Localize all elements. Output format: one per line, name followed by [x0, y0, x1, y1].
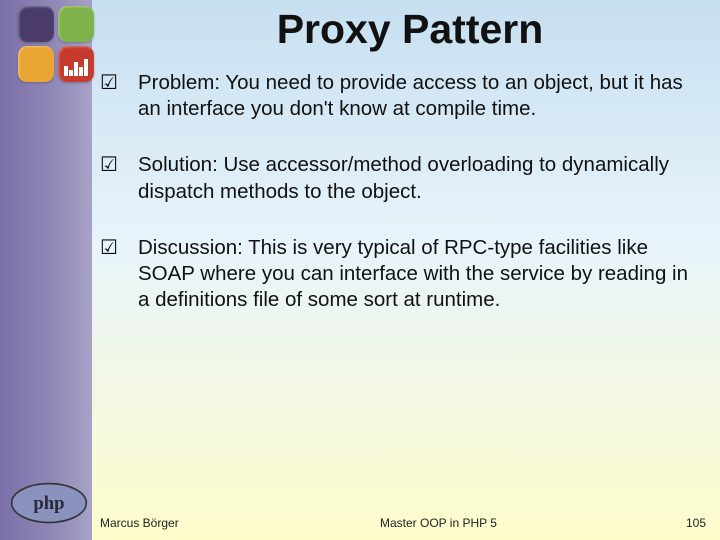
- footer-author: Marcus Börger: [100, 516, 350, 530]
- bullet-text: Discussion: This is very typical of RPC-…: [138, 235, 704, 314]
- footer-page-number: 105: [650, 516, 710, 530]
- logo-tile-green: [58, 6, 94, 42]
- bullet-item: ☑ Discussion: This is very typical of RP…: [98, 235, 704, 314]
- bullet-item: ☑ Solution: Use accessor/method overload…: [98, 152, 704, 204]
- bullet-item: ☑ Problem: You need to provide access to…: [98, 70, 704, 122]
- php-logo-icon: php: [10, 482, 88, 524]
- bullet-text: Solution: Use accessor/method overloadin…: [138, 152, 704, 204]
- slide-content: ☑ Problem: You need to provide access to…: [98, 70, 704, 344]
- checkbox-icon: ☑: [98, 152, 138, 178]
- logo-tile-red-bars: [58, 46, 94, 82]
- footer-title: Master OOP in PHP 5: [350, 516, 650, 530]
- corner-logo: [18, 6, 96, 84]
- bullet-text: Problem: You need to provide access to a…: [138, 70, 704, 122]
- checkbox-icon: ☑: [98, 235, 138, 261]
- logo-tile-orange: [18, 46, 54, 82]
- svg-text:php: php: [33, 493, 64, 514]
- checkbox-icon: ☑: [98, 70, 138, 96]
- slide-footer: Marcus Börger Master OOP in PHP 5 105: [100, 516, 710, 530]
- slide-title: Proxy Pattern: [120, 6, 700, 53]
- logo-tile-purple: [18, 6, 54, 42]
